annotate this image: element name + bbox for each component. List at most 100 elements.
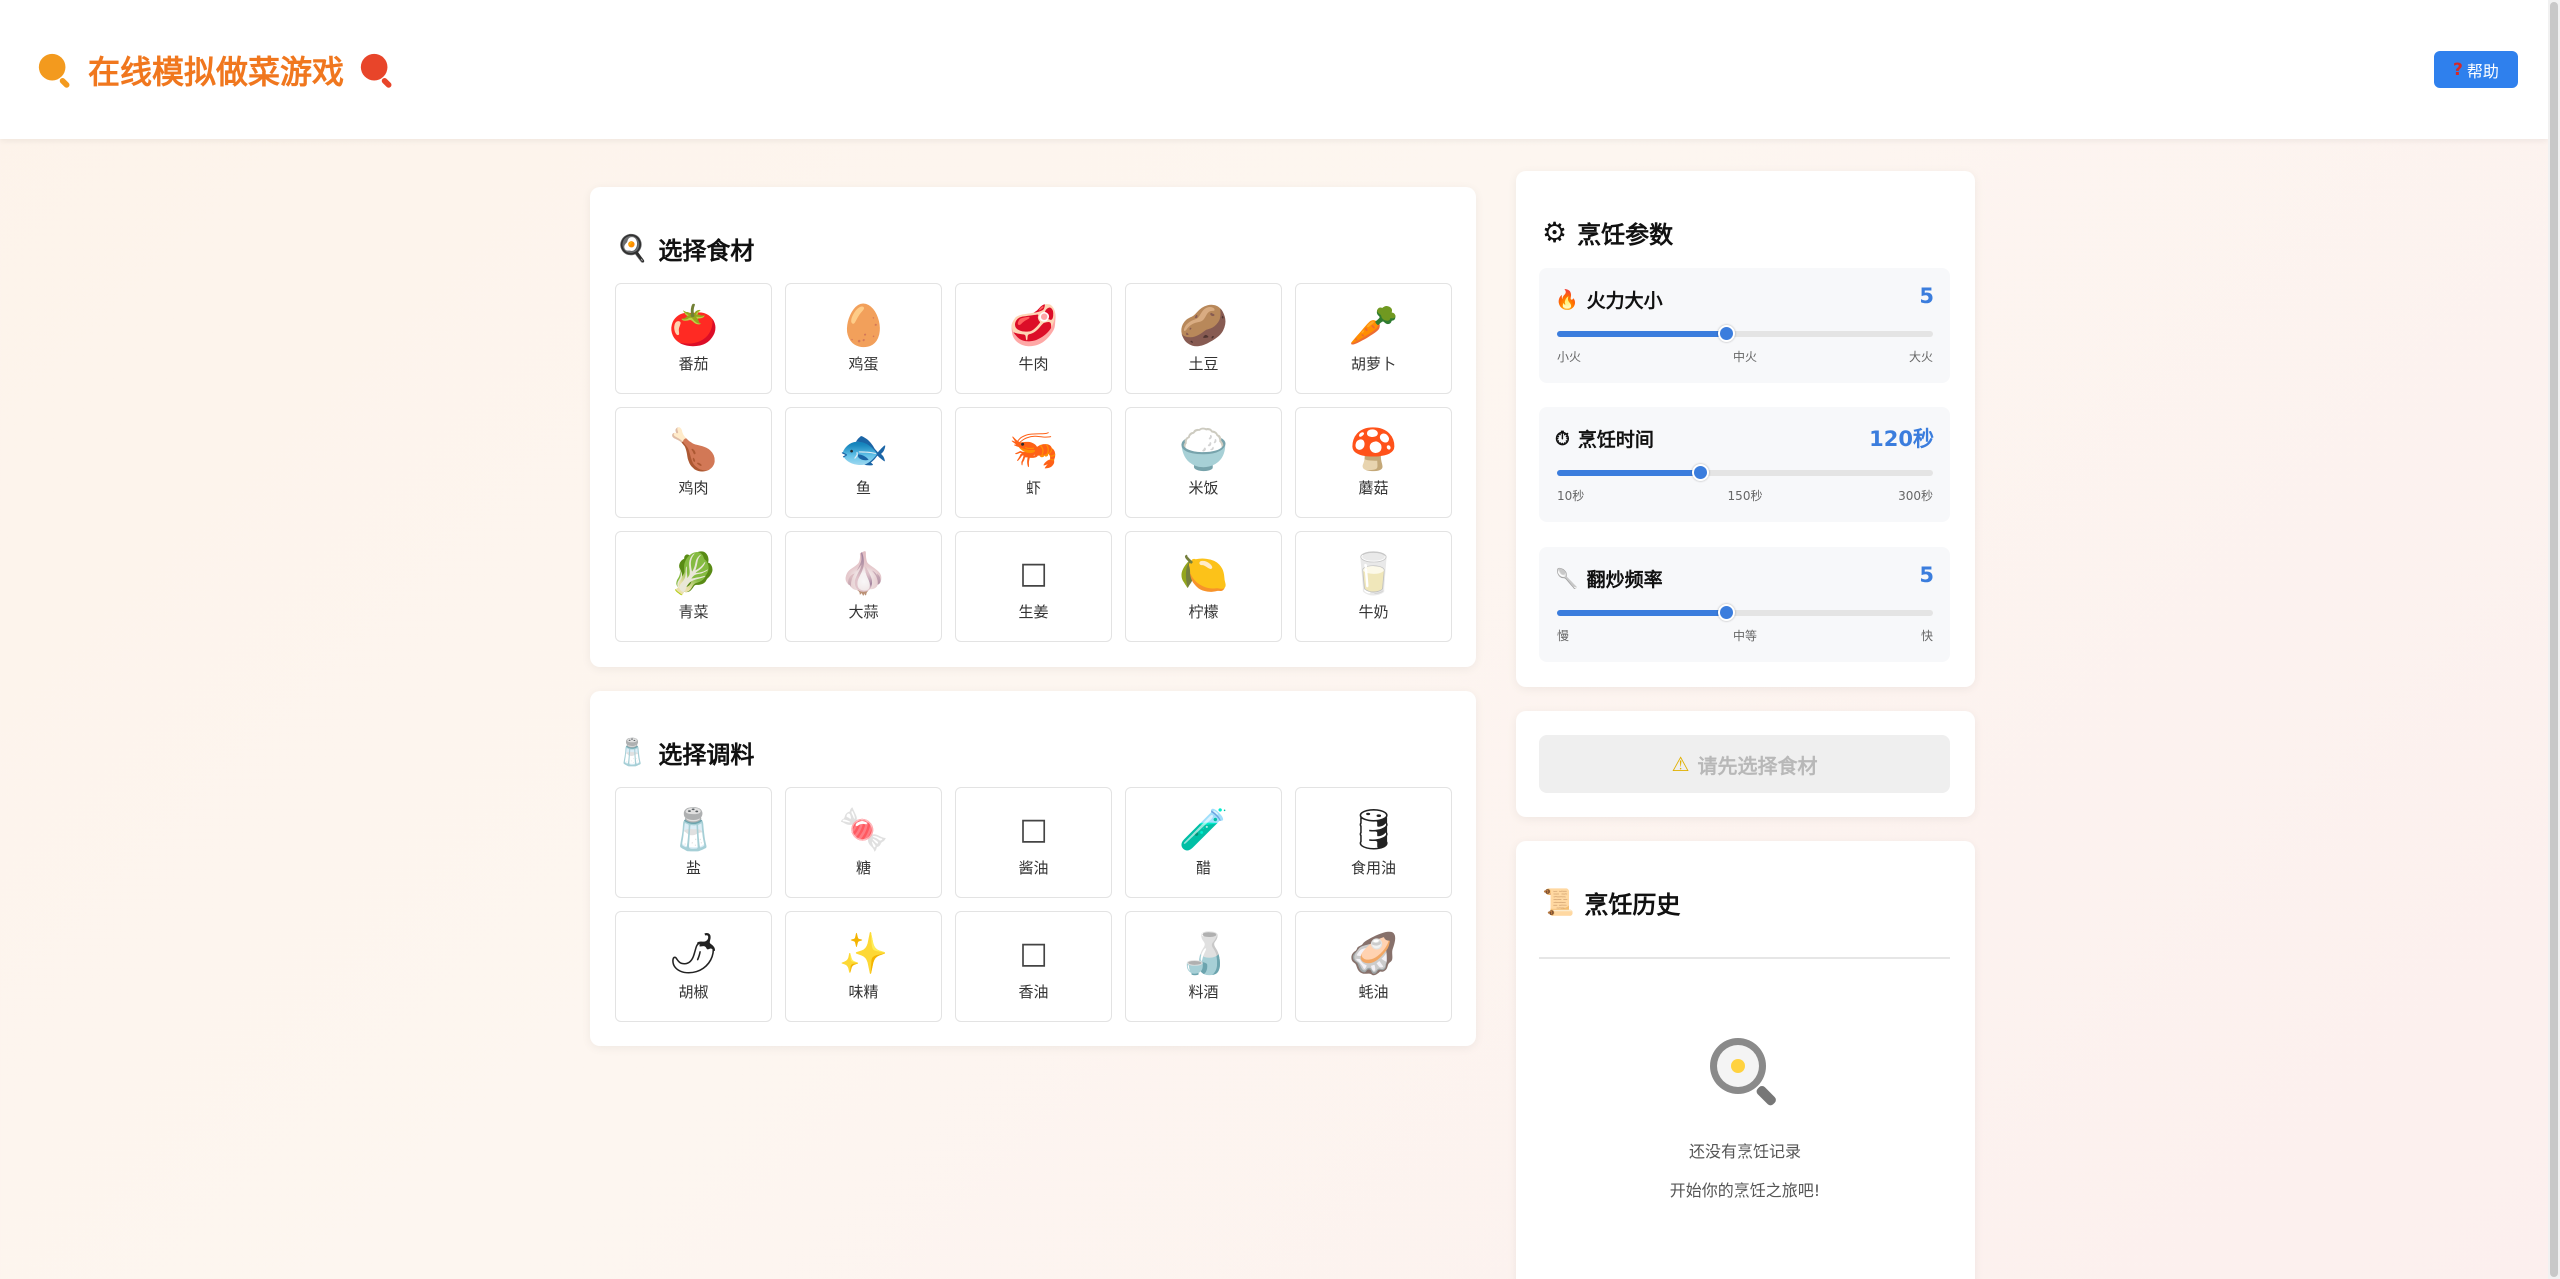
question-icon: ? (2453, 59, 2463, 80)
item-label: 虾 (1025, 479, 1041, 497)
time-label-text: 烹饪时间 (1577, 429, 1654, 451)
item-shrimp[interactable]: 🦐 虾 (955, 407, 1112, 518)
ginger-icon: □ (1019, 556, 1048, 591)
stir-value: 5 (1919, 563, 1934, 587)
item-ginger[interactable]: □ 生姜 (955, 531, 1112, 642)
stir-slider-knob[interactable] (1718, 604, 1736, 621)
item-rice[interactable]: 🍚 米饭 (1125, 407, 1282, 518)
msg-icon: ✨ (838, 931, 889, 977)
params-title-text: 烹饪参数 (1577, 221, 1674, 249)
time-slider-knob[interactable] (1691, 464, 1709, 481)
item-tomato[interactable]: 🍅 番茄 (615, 283, 772, 394)
cook-button-label: 请先选择食材 (1697, 753, 1818, 778)
tick-label: 中等 (1732, 629, 1758, 643)
item-label: 米饭 (1188, 479, 1219, 497)
item-label: 食用油 (1350, 859, 1396, 877)
mushroom-icon: 🍄 (1348, 427, 1399, 473)
item-garlic[interactable]: 🧄 大蒜 (785, 531, 942, 642)
cook-button[interactable]: ⚠ 请先选择食材 (1539, 735, 1950, 793)
item-chicken[interactable]: 🍗 鸡肉 (615, 407, 772, 518)
item-label: 牛奶 (1358, 603, 1389, 621)
history-title-text: 烹饪历史 (1584, 891, 1681, 919)
item-label: 酱油 (1018, 859, 1049, 877)
item-label: 番茄 (678, 355, 709, 373)
garlic-icon: 🧄 (838, 551, 889, 597)
item-potato[interactable]: 🥔 土豆 (1125, 283, 1282, 394)
item-salt[interactable]: 🧂 盐 (615, 787, 772, 898)
item-beef[interactable]: 🥩 牛肉 (955, 283, 1112, 394)
item-label: 糖 (855, 859, 871, 877)
tick-label: 小火 (1557, 350, 1582, 364)
seasonings-title: 🧂 选择调料 (616, 735, 754, 770)
item-milk[interactable]: 🥛 牛奶 (1295, 531, 1452, 642)
salt-shaker-icon: 🧂 (616, 737, 649, 768)
gear-icon: ⚙ (1542, 216, 1568, 249)
app-title: 在线模拟做菜游戏 (88, 53, 345, 91)
scrollbar-thumb[interactable] (2550, 2, 2558, 1277)
sesame-oil-icon: □ (1019, 936, 1048, 971)
fire-icon: 🔥 (1555, 289, 1579, 311)
heat-value: 5 (1919, 284, 1934, 308)
item-carrot[interactable]: 🥕 胡萝卜 (1295, 283, 1452, 394)
item-label: 胡椒 (678, 983, 709, 1001)
scroll-icon: 📜 (1542, 887, 1575, 918)
help-button-label: 帮助 (2466, 61, 2499, 81)
item-fish[interactable]: 🐟 鱼 (785, 407, 942, 518)
item-label: 鸡肉 (678, 479, 709, 497)
carrot-icon: 🥕 (1348, 303, 1399, 349)
heat-slider[interactable] (1557, 325, 1933, 342)
stir-param: 🥄 翻炒频率 5 慢 中等 快 (1539, 547, 1950, 662)
empty-history-hint: 开始你的烹饪之旅吧! (1669, 1181, 1821, 1200)
oyster-sauce-icon: 🦪 (1348, 931, 1399, 977)
fish-icon: 🐟 (838, 427, 889, 473)
ingredient-grid: 🍅 番茄 🥚 鸡蛋 🥩 牛肉 🥔 土豆 🥕 胡萝卜 🍗 鸡肉 🐟 鱼 🦐 虾 🍚 米饭 🍄 蘑菇 🥬 青菜 🧄 大蒜 □ 生姜 🍋 柠… (615, 283, 1452, 642)
chicken-icon: 🍗 (668, 427, 719, 473)
salt-icon: 🧂 (668, 807, 719, 853)
stir-label-text: 翻炒频率 (1586, 569, 1663, 591)
stir-slider[interactable] (1557, 604, 1933, 621)
greens-icon: 🥬 (668, 551, 719, 597)
item-vinegar[interactable]: 🧪 醋 (1125, 787, 1282, 898)
params-title: ⚙ 烹饪参数 (1542, 215, 1673, 250)
heat-label-text: 火力大小 (1586, 290, 1663, 312)
shrimp-icon: 🦐 (1008, 427, 1059, 473)
item-sugar[interactable]: 🍬 糖 (785, 787, 942, 898)
item-label: 鱼 (855, 479, 871, 497)
item-oyster-sauce[interactable]: 🦪 蚝油 (1295, 911, 1452, 1022)
time-slider[interactable] (1557, 464, 1933, 481)
heat-slider-knob[interactable] (1718, 325, 1736, 342)
item-label: 胡萝卜 (1350, 355, 1396, 373)
time-slider-fill (1557, 470, 1700, 476)
time-label: ⏱ 烹饪时间 (1555, 425, 1654, 452)
item-egg[interactable]: 🥚 鸡蛋 (785, 283, 942, 394)
heat-slider-fill (1557, 331, 1727, 337)
item-label: 料酒 (1188, 983, 1219, 1001)
soy-sauce-icon: □ (1019, 812, 1048, 847)
heat-label: 🔥 火力大小 (1555, 286, 1663, 313)
item-cooking-wine[interactable]: 🍶 料酒 (1125, 911, 1282, 1022)
item-sesame-oil[interactable]: □ 香油 (955, 911, 1112, 1022)
item-label: 盐 (685, 859, 701, 877)
brand: 在线模拟做菜游戏 (36, 48, 396, 92)
tick-label: 慢 (1557, 629, 1570, 643)
history-divider (1539, 957, 1950, 959)
item-msg[interactable]: ✨ 味精 (785, 911, 942, 1022)
cooking-wine-icon: 🍶 (1178, 931, 1229, 977)
spoon-icon: 🥄 (1555, 568, 1579, 590)
heat-param: 🔥 火力大小 5 小火 中火 大火 (1539, 268, 1950, 383)
item-label: 蚝油 (1358, 983, 1389, 1001)
seasonings-card: 🧂 选择调料 🧂 盐 🍬 糖 □ 酱油 🧪 醋 🛢 食用油 🌶 胡椒 ✨ 味精 □ 香油 🍶 料酒 🦪 蚝油 (590, 691, 1476, 1046)
item-lemon[interactable]: 🍋 柠檬 (1125, 531, 1282, 642)
item-mushroom[interactable]: 🍄 蘑菇 (1295, 407, 1452, 518)
seasonings-title-text: 选择调料 (658, 741, 755, 769)
beef-icon: 🥩 (1008, 303, 1059, 349)
item-soy-sauce[interactable]: □ 酱油 (955, 787, 1112, 898)
tick-label: 大火 (1908, 350, 1933, 364)
item-greens[interactable]: 🥬 青菜 (615, 531, 772, 642)
milk-icon: 🥛 (1348, 551, 1399, 597)
item-cooking-oil[interactable]: 🛢 食用油 (1295, 787, 1452, 898)
help-button[interactable]: ? 帮助 (2434, 51, 2518, 88)
item-pepper[interactable]: 🌶 胡椒 (615, 911, 772, 1022)
tick-label: 中火 (1732, 350, 1758, 364)
lemon-icon: 🍋 (1178, 551, 1229, 597)
